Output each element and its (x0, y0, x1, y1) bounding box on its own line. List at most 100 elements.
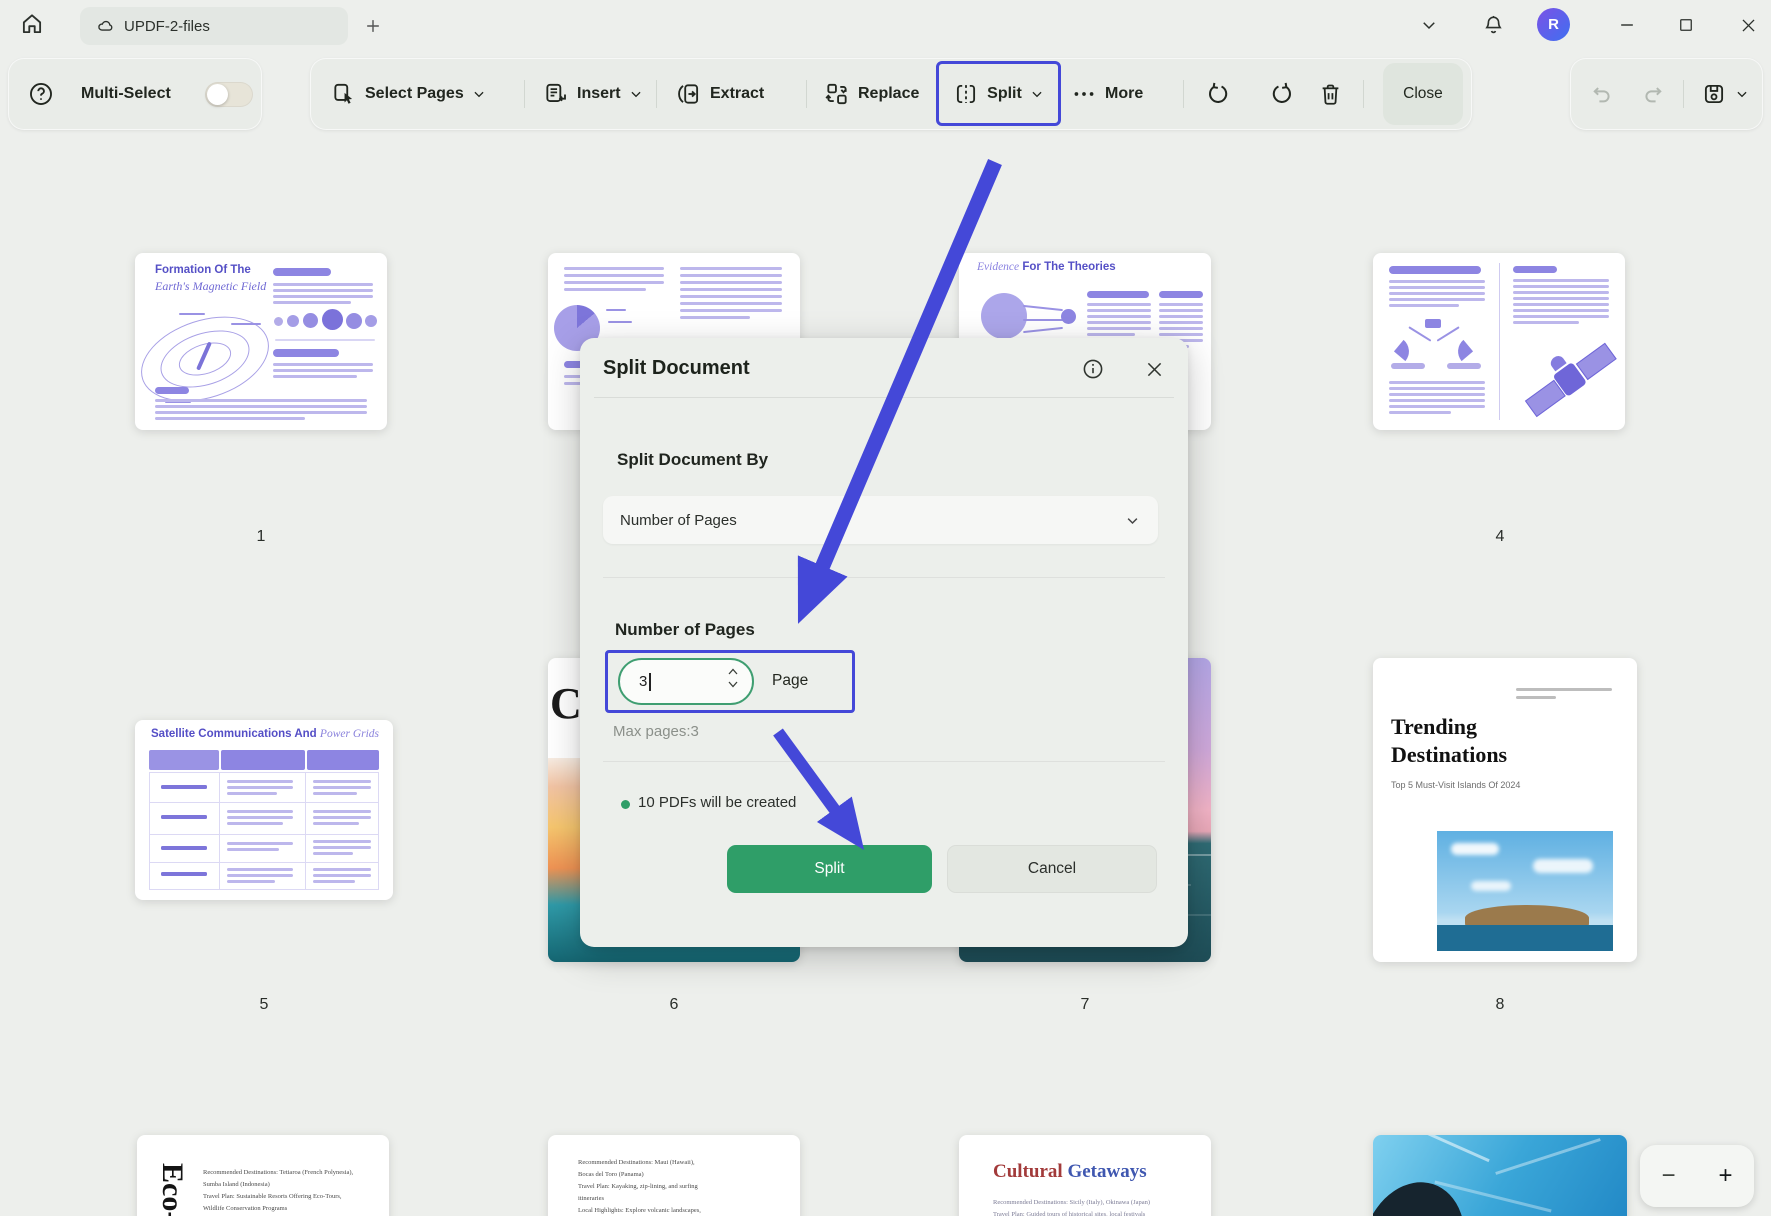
delete-pages-button[interactable] (1317, 59, 1344, 129)
multi-select-toggle[interactable] (205, 82, 253, 107)
page-thumbnail-1[interactable]: Formation Of The Earth's Magnetic Field (135, 253, 387, 430)
stepper-down-icon[interactable] (727, 680, 739, 689)
rotate-right-button[interactable] (1269, 59, 1296, 129)
split-icon (957, 84, 976, 103)
split-by-select[interactable]: Number of Pages (603, 496, 1158, 544)
dialog-close-button[interactable] (1141, 356, 1167, 382)
more-button[interactable]: More (1071, 59, 1143, 129)
zoom-out-button[interactable]: − (1661, 1162, 1675, 1190)
page-thumbnail-12[interactable] (1373, 1135, 1627, 1216)
page9-text: Recommended Destinations: Tetiaroa (Fren… (203, 1169, 354, 1212)
extract-button[interactable]: Extract (676, 59, 764, 129)
toolbar-separator (1363, 80, 1364, 108)
page-thumbnail-11[interactable]: Cultural Getaways Recommended Destinatio… (959, 1135, 1211, 1216)
tabs-dropdown-button[interactable] (1414, 10, 1444, 40)
close-tool-label: Close (1403, 85, 1443, 102)
document-tab[interactable]: UPDF-2-files (80, 7, 348, 45)
page8-island-photo (1437, 831, 1613, 951)
rotate-left-icon (1209, 82, 1228, 103)
info-icon (1083, 359, 1103, 379)
page-thumbnail-9[interactable]: Eco- Recommended Destinations: Tetiaroa … (137, 1135, 389, 1216)
insert-button[interactable]: Insert (543, 59, 643, 129)
plus-icon (367, 20, 379, 32)
multi-select-label: Multi-Select (81, 85, 171, 102)
main-toolbar-group: Select Pages Insert Extract Replace Spli… (310, 58, 1472, 130)
page1-title-line2: Earth's Magnetic Field (155, 279, 267, 293)
insert-icon (546, 83, 566, 102)
help-button[interactable] (27, 59, 55, 129)
right-toolbar-group (1570, 58, 1763, 130)
zoom-in-button[interactable]: + (1718, 1162, 1732, 1190)
chevron-down-icon (1032, 91, 1042, 97)
page1-title-line1: Formation Of The (155, 264, 251, 276)
replace-button[interactable]: Replace (824, 59, 919, 129)
rotate-left-button[interactable] (1204, 59, 1231, 129)
stepper-up-icon[interactable] (727, 667, 739, 676)
page-thumbnail-4[interactable] (1373, 253, 1625, 430)
toolbar-separator (656, 80, 657, 108)
text-caret (649, 672, 651, 691)
cancel-button[interactable]: Cancel (947, 845, 1157, 893)
status-text: 10 PDFs will be created (638, 794, 797, 811)
number-of-pages-label: Number of Pages (615, 620, 755, 639)
minimize-button[interactable] (1612, 10, 1642, 40)
split-label: Split (987, 84, 1022, 102)
extract-label: Extract (710, 85, 765, 102)
page-label-1: 1 (256, 528, 266, 545)
redo-button[interactable] (1641, 59, 1666, 129)
save-button[interactable] (1701, 59, 1727, 129)
chevron-down-icon (631, 91, 641, 98)
toolbar-separator (524, 80, 525, 108)
page5-title-em: Power Grids (319, 728, 380, 740)
page-thumbnail-5[interactable]: Satellite Communications And Power Grids (135, 720, 393, 900)
status-dot (621, 800, 630, 809)
toolbar-separator (1683, 80, 1684, 108)
avatar-initial: R (1548, 16, 1559, 33)
split-button[interactable]: Split (936, 61, 1061, 126)
split-by-selected-value: Number of Pages (620, 511, 737, 529)
save-icon (1704, 84, 1724, 104)
pages-count-input[interactable]: 3 (618, 658, 754, 705)
max-pages-hint: Max pages:3 (613, 723, 699, 740)
avatar[interactable]: R (1537, 8, 1570, 41)
page12-photo (1373, 1135, 1627, 1216)
satellite-illustration (1510, 323, 1625, 430)
dialog-info-button[interactable] (1080, 356, 1106, 382)
cancel-label: Cancel (1027, 860, 1077, 877)
page8-title-line1: Trending (1391, 714, 1477, 739)
close-window-button[interactable] (1733, 10, 1763, 40)
split-document-dialog: Split Document Split Document By Number … (580, 338, 1188, 947)
close-tool-button[interactable]: Close (1383, 63, 1463, 125)
dialog-divider (603, 761, 1165, 762)
redo-icon (1645, 86, 1662, 102)
help-icon (30, 83, 52, 105)
toolbar-separator (806, 80, 807, 108)
pages-count-value: 3 (639, 673, 648, 690)
toolbar-separator (1183, 80, 1184, 108)
page8-header-line2 (1516, 696, 1556, 699)
app-window: UPDF-2-files R Multi-Select Select Pages (0, 0, 1771, 1216)
select-pages-button[interactable]: Select Pages (331, 59, 486, 129)
zoom-controls: − + (1640, 1145, 1754, 1207)
page11-text: Recommended Destinations: Sicily (Italy)… (993, 1199, 1151, 1216)
save-options-button[interactable] (1735, 59, 1749, 129)
select-pages-icon (334, 83, 353, 104)
number-stepper[interactable] (727, 667, 739, 689)
page-thumbnail-10[interactable]: Recommended Destinations: Maui (Hawaii),… (548, 1135, 800, 1216)
page-thumbnail-8[interactable]: Trending Destinations Top 5 Must-Visit I… (1373, 658, 1637, 962)
home-button[interactable] (14, 6, 50, 42)
page8-subtitle: Top 5 Must-Visit Islands Of 2024 (1391, 780, 1521, 790)
rotate-right-icon (1272, 82, 1291, 103)
select-pages-label: Select Pages (365, 85, 464, 102)
notifications-button[interactable] (1478, 10, 1508, 40)
page5-title-main: Satellite Communications And (151, 728, 317, 740)
replace-icon (825, 83, 847, 105)
toggle-knob (207, 84, 228, 105)
bell-icon (1484, 15, 1502, 33)
cloud-icon (98, 20, 113, 31)
new-tab-button[interactable] (358, 11, 388, 41)
close-icon (1741, 18, 1755, 32)
split-confirm-button[interactable]: Split (727, 845, 932, 893)
maximize-button[interactable] (1671, 10, 1701, 40)
undo-button[interactable] (1589, 59, 1614, 129)
